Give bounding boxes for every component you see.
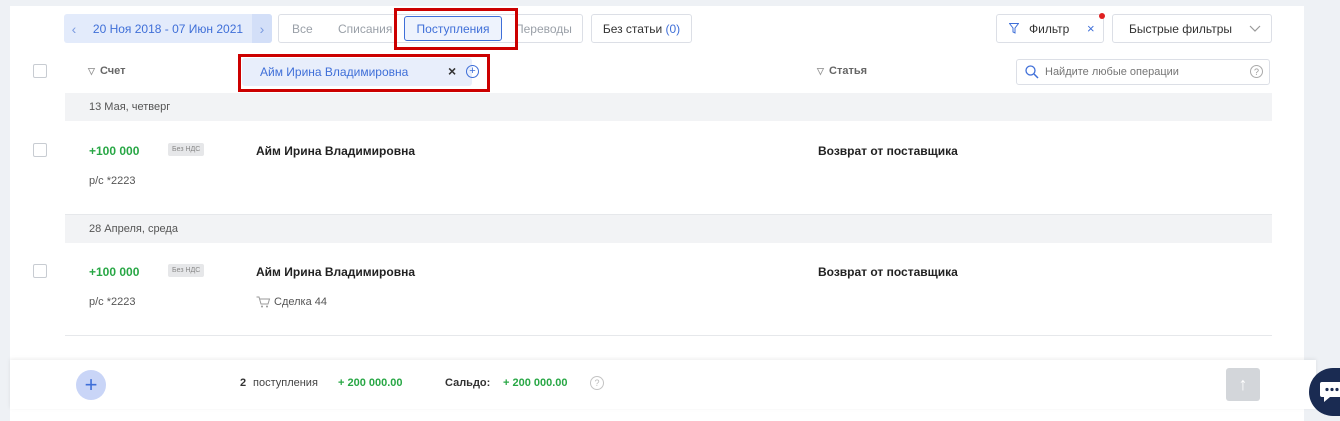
vat-badge: Без НДС bbox=[168, 143, 205, 156]
row-checkbox[interactable] bbox=[33, 143, 47, 157]
prev-period-icon[interactable]: ‹ bbox=[64, 21, 84, 37]
row-checkbox[interactable] bbox=[33, 264, 47, 278]
operations-panel: ‹ 20 Ноя 2018 - 07 Июн 2021 › Все Списан… bbox=[10, 6, 1304, 421]
chat-bubble-icon bbox=[1320, 382, 1340, 402]
deal-link[interactable]: Сделка 44 bbox=[256, 296, 327, 308]
tab-transfers[interactable]: Переводы bbox=[515, 22, 572, 36]
filter-active-dot bbox=[1099, 13, 1105, 19]
highlight-receipts-tab bbox=[394, 8, 518, 50]
search-help-icon[interactable]: ? bbox=[1250, 65, 1263, 78]
date-group-header: 13 Мая, четверг bbox=[65, 93, 1272, 121]
quick-filters-label: Быстрые фильтры bbox=[1129, 21, 1232, 36]
balance-value: + 200 000.00 bbox=[503, 377, 568, 389]
filter-button[interactable]: Фильтр × bbox=[996, 13, 1105, 43]
deal-label: Сделка 44 bbox=[274, 296, 327, 308]
filter-label: Фильтр bbox=[1029, 21, 1070, 36]
article-name[interactable]: Возврат от поставщика bbox=[818, 144, 958, 158]
operations-total: + 200 000.00 bbox=[338, 377, 403, 389]
balance-label: Сальдо: bbox=[445, 377, 491, 389]
tab-writeoffs[interactable]: Списания bbox=[338, 22, 392, 36]
column-article-label: Статья bbox=[829, 65, 868, 77]
counterparty-name[interactable]: Айм Ирина Владимировна bbox=[256, 265, 415, 279]
cart-icon bbox=[256, 296, 271, 308]
operation-amount: +100 000 bbox=[89, 265, 140, 279]
date-range-label: 20 Ноя 2018 - 07 Июн 2021 bbox=[92, 21, 244, 36]
funnel-icon bbox=[1009, 23, 1019, 34]
quick-filters-dropdown[interactable]: Быстрые фильтры bbox=[1112, 14, 1272, 43]
select-all-checkbox[interactable] bbox=[33, 64, 47, 78]
highlight-counterparty-chip bbox=[238, 54, 490, 92]
scroll-top-button[interactable]: ↑ bbox=[1226, 368, 1260, 401]
account-number: р/с *2223 bbox=[89, 296, 136, 308]
account-number: р/с *2223 bbox=[89, 175, 136, 187]
balance-help-icon[interactable]: ? bbox=[590, 376, 604, 390]
search-icon bbox=[1025, 65, 1039, 79]
date-range-picker[interactable]: ‹ 20 Ноя 2018 - 07 Июн 2021 › bbox=[64, 14, 272, 43]
operations-count: 2 bbox=[240, 377, 247, 389]
next-period-icon[interactable]: › bbox=[252, 14, 272, 43]
chevron-down-icon bbox=[1249, 25, 1261, 32]
column-filter-icon: ▽ bbox=[88, 66, 95, 76]
no-article-count: (0) bbox=[665, 21, 681, 36]
add-operation-button[interactable]: + bbox=[76, 370, 106, 400]
column-article-header[interactable]: ▽ Статья bbox=[817, 65, 867, 77]
filter-clear-icon[interactable]: × bbox=[1087, 21, 1095, 36]
column-account-label: Счет bbox=[100, 65, 126, 77]
no-article-button[interactable]: Без статьи (0) bbox=[591, 14, 692, 43]
date-group-header: 28 Апреля, среда bbox=[65, 215, 1272, 243]
article-name[interactable]: Возврат от поставщика bbox=[818, 265, 958, 279]
column-account-header[interactable]: ▽ Счет bbox=[88, 65, 126, 77]
tab-all[interactable]: Все bbox=[292, 22, 313, 36]
operations-count-label: поступления bbox=[253, 377, 318, 389]
summary-footer: + 2 поступления + 200 000.00 Сальдо: + 2… bbox=[10, 360, 1316, 409]
column-filter-icon: ▽ bbox=[817, 66, 824, 76]
counterparty-name[interactable]: Айм Ирина Владимировна bbox=[256, 144, 415, 158]
operations-search[interactable]: ? bbox=[1016, 59, 1270, 85]
vat-badge: Без НДС bbox=[168, 264, 205, 277]
no-article-label: Без статьи bbox=[602, 21, 663, 36]
search-input[interactable] bbox=[1045, 63, 1235, 81]
operation-amount: +100 000 bbox=[89, 144, 140, 158]
row-divider bbox=[65, 335, 1272, 336]
